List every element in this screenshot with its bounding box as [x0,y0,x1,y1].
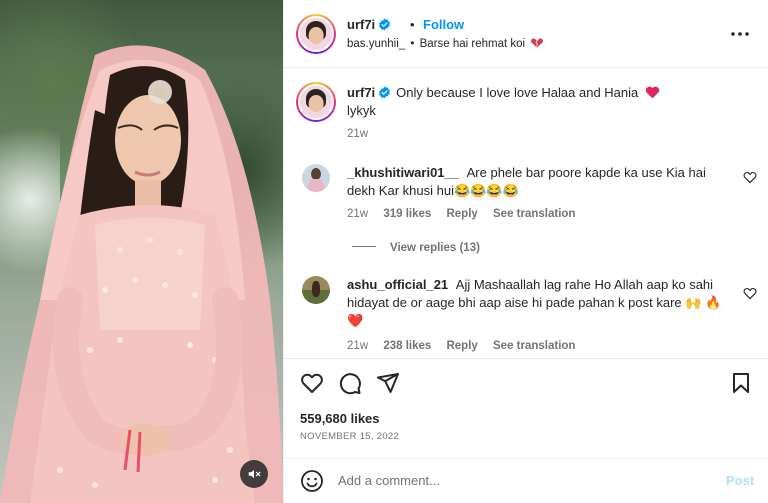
comment-likes[interactable]: 238 likes [383,340,431,352]
comment-input[interactable]: Add a comment... [338,473,440,488]
reply-button[interactable]: Reply [446,340,477,352]
share-icon[interactable] [376,371,400,395]
verified-badge-icon [379,18,391,31]
replies-divider [352,246,376,247]
post-media[interactable] [0,0,283,503]
heart-icon[interactable] [300,371,324,395]
audio-separator: • [410,38,415,50]
comment-meta: 21w 319 likes Reply See translation [347,208,587,220]
comment-likes[interactable]: 319 likes [383,208,431,220]
commenter-avatar[interactable] [302,276,330,304]
post-comment-button[interactable]: Post [726,473,754,488]
broken-heart-icon [531,38,544,48]
caption-time: 21w [347,128,369,140]
post-header: urf7i • Follow bas.yunhii_ • Barse hai r… [284,0,768,68]
emoji-icon[interactable] [300,469,324,493]
see-translation-button[interactable]: See translation [493,340,575,352]
red-heart-emoji-icon [645,86,660,99]
comment-username[interactable]: _khushitiwari01__ [347,165,459,180]
caption-text: urf7i Only because I love love Halaa and … [347,84,737,120]
caption-username[interactable]: urf7i [347,85,375,100]
audio-muted-icon [248,469,261,479]
comment-meta: 21w 238 likes Reply See translation [347,340,587,352]
header-separator: • [410,17,415,32]
mute-button[interactable] [240,460,268,488]
audio-subline[interactable]: bas.yunhii_ • Barse hai rehmat koi [347,38,544,50]
audio-artist: bas.yunhii_ [347,38,406,50]
comment-time: 21w [347,340,369,352]
caption-body: Only because I love love Halaa and Hania [396,85,639,100]
more-options-icon[interactable] [728,24,752,44]
comment-composer: Add a comment... Post [284,458,768,503]
likes-count[interactable]: 559,680 likes [300,411,380,426]
reply-button[interactable]: Reply [446,208,477,220]
author-avatar[interactable] [296,14,336,54]
comment-like-heart-icon[interactable] [743,286,757,300]
verified-badge-icon [379,86,391,99]
post-photo [0,45,283,503]
commenter-avatar[interactable] [302,164,330,192]
comments-list[interactable]: urf7i Only because I love love Halaa and … [284,68,768,358]
post-actions: 559,680 likes NOVEMBER 15, 2022 [284,358,768,458]
post-date: NOVEMBER 15, 2022 [300,431,400,442]
post-details-panel: urf7i • Follow bas.yunhii_ • Barse hai r… [283,0,768,503]
bookmark-icon[interactable] [729,371,753,395]
comment-text: ashu_official_21 Ajj Mashaallah lag rahe… [347,276,737,330]
view-replies-button[interactable]: View replies (13) [352,242,480,254]
caption-line2: lykyk [347,103,376,118]
see-translation-button[interactable]: See translation [493,208,575,220]
comment-time: 21w [347,208,369,220]
comment-like-heart-icon[interactable] [743,170,757,184]
comment-text: _khushitiwari01__ Are phele bar poore ka… [347,164,737,200]
author-username[interactable]: urf7i [347,17,391,32]
view-replies-label: View replies (13) [390,242,480,254]
comment-icon[interactable] [338,371,362,395]
caption-avatar[interactable] [296,82,336,122]
comment-username[interactable]: ashu_official_21 [347,277,448,292]
audio-title: Barse hai rehmat koi [419,38,526,50]
follow-button[interactable]: Follow [423,17,464,32]
